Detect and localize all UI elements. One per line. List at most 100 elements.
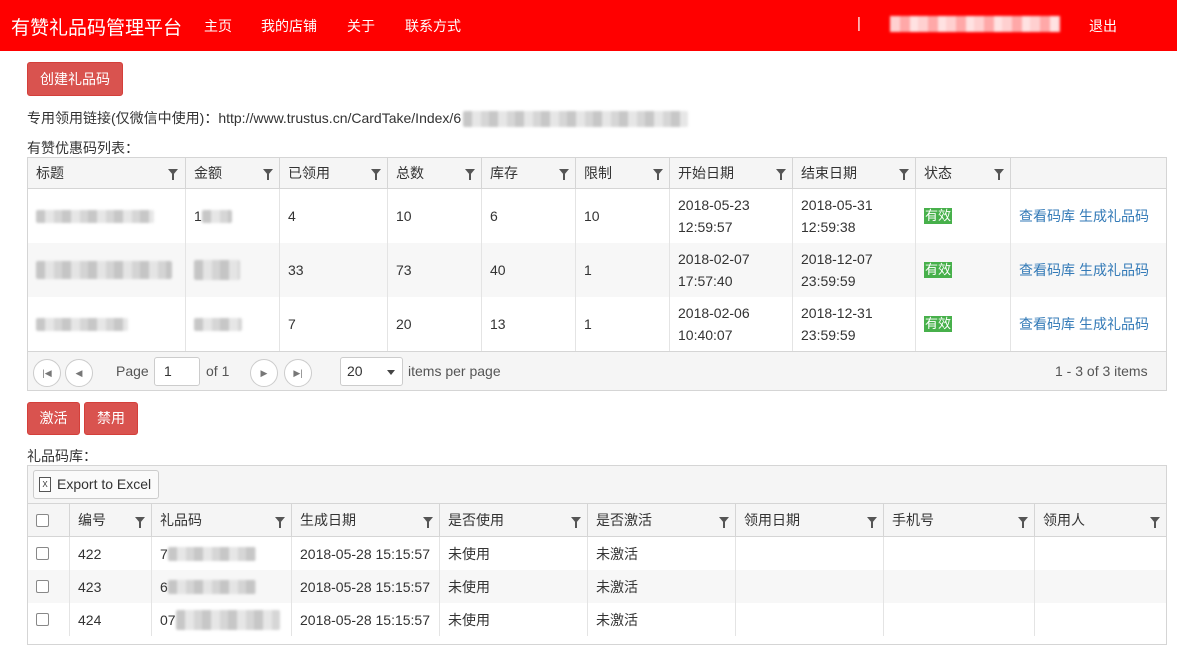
status-badge: 有效	[924, 262, 953, 278]
col-amount[interactable]: 金额	[185, 158, 279, 189]
prev-page-icon[interactable]: ◀	[65, 359, 93, 387]
filter-icon[interactable]	[168, 169, 178, 180]
col-actions	[1010, 158, 1166, 189]
generate-codes-link[interactable]: 生成礼品码	[1079, 260, 1149, 280]
col-taken[interactable]: 已领用	[279, 158, 387, 189]
col-stock[interactable]: 库存	[481, 158, 575, 189]
last-page-icon[interactable]: ▶|	[284, 359, 312, 387]
phone	[883, 603, 1034, 636]
col-phone[interactable]: 手机号	[883, 504, 1034, 537]
start-time: 12:59:57	[678, 219, 733, 235]
col-status[interactable]: 状态	[915, 158, 1010, 189]
filter-icon[interactable]	[994, 169, 1004, 180]
view-codes-link[interactable]: 查看码库	[1019, 314, 1075, 334]
code-id: 424	[69, 603, 151, 636]
col-total[interactable]: 总数	[387, 158, 481, 189]
nav-my-shop[interactable]: 我的店铺	[261, 16, 317, 36]
active-status: 未激活	[587, 603, 735, 636]
code-library-header: 编号 礼品码 生成日期 是否使用 是否激活 领用日期 手机号 领用人	[28, 504, 1166, 537]
code-value: 07	[160, 611, 176, 628]
table-row: 33 73 40 1 2018-02-07 17:57:40 2018-12-07…	[28, 243, 1166, 297]
stock-value: 13	[481, 297, 575, 351]
active-status: 未激活	[587, 570, 735, 603]
col-id[interactable]: 编号	[69, 504, 151, 537]
select-all-checkbox[interactable]	[36, 514, 49, 527]
view-codes-link[interactable]: 查看码库	[1019, 260, 1075, 280]
start-date: 2018-02-06	[678, 305, 750, 321]
top-navbar: 有赞礼品码管理平台 主页 我的店铺 关于 联系方式 | 退出	[0, 0, 1177, 51]
filter-icon[interactable]	[776, 169, 786, 180]
filter-icon[interactable]	[1018, 517, 1028, 528]
pager-summary: 1 - 3 of 3 items	[1055, 363, 1148, 379]
col-created-date[interactable]: 生成日期	[291, 504, 439, 537]
code-library-title: 礼品码库：	[27, 448, 97, 464]
active-status: 未激活	[587, 537, 735, 570]
col-title[interactable]: 标题	[28, 158, 185, 189]
next-page-icon[interactable]: ▶	[250, 359, 278, 387]
nav-separator: |	[857, 15, 861, 32]
total-value: 73	[387, 243, 481, 297]
generate-codes-link[interactable]: 生成礼品码	[1079, 206, 1149, 226]
table-row: 1 4 10 6 10 2018-05-23 12:59:57 2018-05-3…	[28, 189, 1166, 243]
filter-icon[interactable]	[263, 169, 273, 180]
used-status: 未使用	[439, 537, 587, 570]
filter-icon[interactable]	[1150, 517, 1160, 528]
col-end-date[interactable]: 结束日期	[792, 158, 915, 189]
end-time: 12:59:38	[801, 219, 856, 235]
row-checkbox[interactable]	[36, 547, 49, 560]
taken-date	[735, 603, 883, 636]
col-limit[interactable]: 限制	[575, 158, 669, 189]
redacted-amount	[194, 317, 242, 331]
first-page-icon[interactable]: |◀	[33, 359, 61, 387]
generate-codes-link[interactable]: 生成礼品码	[1079, 314, 1149, 334]
col-code[interactable]: 礼品码	[151, 504, 291, 537]
start-date: 2018-02-07	[678, 251, 750, 267]
nav-contact[interactable]: 联系方式	[405, 16, 461, 36]
filter-icon[interactable]	[135, 517, 145, 528]
taker	[1034, 603, 1166, 636]
col-start-date[interactable]: 开始日期	[669, 158, 792, 189]
filter-icon[interactable]	[559, 169, 569, 180]
items-per-page-label: items per page	[408, 363, 501, 379]
page-input[interactable]: 1	[154, 357, 200, 386]
activate-button[interactable]: 激活	[27, 402, 80, 435]
items-per-page-select[interactable]: 20	[340, 357, 403, 386]
created-date: 2018-05-28 15:15:57	[291, 603, 439, 636]
status-badge: 有效	[924, 208, 953, 224]
taken-value: 7	[279, 297, 387, 351]
filter-icon[interactable]	[867, 517, 877, 528]
filter-icon[interactable]	[571, 517, 581, 528]
filter-icon[interactable]	[653, 169, 663, 180]
table-row: 422 7 2018-05-28 15:15:57 未使用 未激活	[28, 537, 1166, 570]
grid-pager: |◀ ◀ Page 1 of 1 ▶ ▶| 20 items per page …	[28, 351, 1166, 390]
table-row: 424 07 2018-05-28 15:15:57 未使用 未激活	[28, 603, 1166, 636]
view-codes-link[interactable]: 查看码库	[1019, 206, 1075, 226]
filter-icon[interactable]	[371, 169, 381, 180]
redacted-amount	[201, 209, 232, 223]
logout-link[interactable]: 退出	[1089, 16, 1117, 36]
redacted-code	[167, 579, 256, 594]
limit-value: 10	[575, 189, 669, 243]
filter-icon[interactable]	[719, 517, 729, 528]
row-checkbox[interactable]	[36, 613, 49, 626]
brand-title[interactable]: 有赞礼品码管理平台	[11, 13, 182, 40]
col-taker[interactable]: 领用人	[1034, 504, 1166, 537]
filter-icon[interactable]	[423, 517, 433, 528]
filter-icon[interactable]	[465, 169, 475, 180]
col-used[interactable]: 是否使用	[439, 504, 587, 537]
disable-button[interactable]: 禁用	[84, 402, 138, 435]
code-value: 6	[160, 578, 168, 595]
row-checkbox[interactable]	[36, 580, 49, 593]
code-id: 422	[69, 537, 151, 570]
export-excel-button[interactable]: X Export to Excel	[33, 470, 159, 499]
stock-value: 40	[481, 243, 575, 297]
filter-icon[interactable]	[899, 169, 909, 180]
user-name-redacted	[890, 16, 1060, 32]
nav-home[interactable]: 主页	[204, 16, 232, 36]
col-taken-date[interactable]: 领用日期	[735, 504, 883, 537]
nav-about[interactable]: 关于	[347, 16, 375, 36]
filter-icon[interactable]	[275, 517, 285, 528]
take-link-text: 专用领用链接(仅微信中使用)：http://www.trustus.cn/Car…	[27, 110, 462, 126]
create-gift-code-button[interactable]: 创建礼品码	[27, 62, 123, 96]
col-activated[interactable]: 是否激活	[587, 504, 735, 537]
